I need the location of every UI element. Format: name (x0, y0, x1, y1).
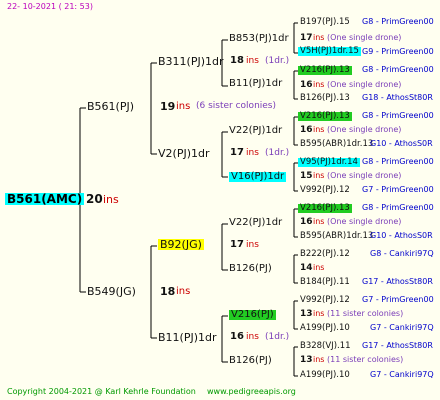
g2-ins-count: 16 (230, 331, 244, 342)
g2-queen[interactable]: B11(PJ)1dr (158, 332, 217, 343)
g3-ins-count: 16 (300, 80, 313, 90)
g4-line: G8 - PrimGreen00 (362, 111, 434, 120)
g4-queen[interactable]: B595(ABR)1dr.13 (300, 232, 373, 241)
g3-ins-unit: ins (313, 263, 325, 272)
g4-line: G8 - Cankiri97Q (370, 249, 434, 258)
g2-queen[interactable]: B92(JG) (158, 239, 204, 250)
g4-queen[interactable]: B126(PJ).13 (300, 94, 350, 103)
g2-drone-note: (1dr.) (265, 56, 290, 66)
g4-line: G18 - AthosSt80R (362, 93, 433, 102)
g3-ins-unit: ins (313, 33, 325, 42)
g4-line: G8 - PrimGreen00 (362, 17, 434, 26)
g2-ins-unit: ins (246, 148, 259, 158)
g3-drone-note: (One single drone) (327, 33, 402, 42)
g4-line: G7 - Cankiri97Q (370, 323, 434, 332)
g3-ins-count: 13 (300, 355, 313, 365)
g4-line: G8 - PrimGreen00 (362, 203, 434, 212)
g3-drone-note: (One single drone) (327, 125, 402, 134)
g4-queen[interactable]: A199(PJ).10 (300, 324, 350, 333)
g4-line: G8 - PrimGreen00 (362, 65, 434, 74)
g4-line: G8 - PrimGreen00 (362, 157, 434, 166)
g1-ins-count: 19 (160, 100, 176, 113)
g2-ins-count: 18 (230, 55, 244, 66)
g4-queen[interactable]: V992(PJ).12 (300, 296, 350, 305)
g4-line: G7 - PrimGreen00 (362, 295, 434, 304)
g3-queen[interactable]: B126(PJ) (229, 264, 272, 274)
g3-ins-unit: ins (313, 217, 325, 226)
g1-ins-unit: ins (176, 286, 191, 297)
g3-sister-note: (11 sister colonies) (327, 309, 404, 318)
g4-queen[interactable]: V5H(PJ)1dr.15 (298, 47, 361, 56)
g4-queen[interactable]: B595(ABR)1dr.13 (300, 140, 373, 149)
g3-queen[interactable]: V16(PJ)1dr (229, 172, 287, 182)
root-ins-count: 20 (86, 192, 103, 206)
g4-line: G9 - PrimGreen00 (362, 47, 434, 56)
g2-queen[interactable]: V2(PJ)1dr (158, 148, 210, 159)
g4-queen[interactable]: V216(PJ).13 (298, 112, 352, 121)
g1-sister-note: (6 sister colonies) (196, 101, 277, 111)
g3-drone-note: (One single drone) (327, 217, 402, 226)
g3-ins-unit: ins (313, 80, 325, 89)
g3-queen[interactable]: B126(PJ) (229, 356, 272, 366)
root-ins-unit: ins (103, 193, 119, 206)
g4-queen[interactable]: B197(PJ).15 (300, 18, 350, 27)
g4-queen[interactable]: B328(VJ).11 (300, 342, 351, 351)
copyright: Copyright 2004-2021 @ Karl Kehrle Founda… (7, 387, 196, 396)
g1-queen[interactable]: B549(JG) (87, 286, 136, 297)
g3-ins-count: 16 (300, 217, 313, 227)
g4-line: G10 - AthosS0R (370, 139, 433, 148)
g1-ins-unit: ins (176, 101, 191, 112)
g2-ins-count: 17 (230, 147, 244, 158)
g3-drone-note: (One single drone) (327, 80, 402, 89)
g2-ins-unit: ins (246, 240, 259, 250)
g2-ins-unit: ins (246, 332, 259, 342)
g4-queen[interactable]: A199(PJ).10 (300, 371, 350, 380)
g3-ins-unit: ins (313, 355, 325, 364)
g4-queen[interactable]: B222(PJ).12 (300, 250, 350, 259)
g3-ins-unit: ins (313, 171, 325, 180)
g4-line: G7 - Cankiri97Q (370, 370, 434, 379)
g2-drone-note: (1dr.) (265, 332, 290, 342)
g3-queen[interactable]: V22(PJ)1dr (229, 126, 282, 136)
g3-queen[interactable]: B11(PJ)1dr (229, 79, 282, 89)
g4-queen[interactable]: V216(PJ).13 (298, 66, 352, 75)
g3-ins-count: 16 (300, 125, 313, 135)
g3-queen[interactable]: V22(PJ)1dr (229, 218, 282, 228)
g3-ins-unit: ins (313, 309, 325, 318)
g4-line: G17 - AthosSt80R (362, 341, 433, 350)
pedigree-chart: 22- 10-2021 ( 21: 53) B561(AMC) 20 ins B… (0, 0, 440, 400)
g3-drone-note: (One single drone) (327, 171, 402, 180)
g1-ins-count: 18 (160, 285, 176, 298)
g2-queen[interactable]: B311(PJ)1dr (158, 56, 224, 67)
g2-ins-unit: ins (246, 56, 259, 66)
g3-ins-count: 14 (300, 263, 313, 273)
g4-queen[interactable]: B184(PJ).11 (300, 278, 350, 287)
g3-ins-count: 15 (300, 171, 313, 181)
g4-queen[interactable]: V992(PJ).12 (300, 186, 350, 195)
root-queen[interactable]: B561(AMC) (5, 193, 85, 205)
g3-sister-note: (11 sister colonies) (327, 355, 404, 364)
g3-queen[interactable]: B853(PJ)1dr (229, 34, 289, 44)
g3-ins-count: 13 (300, 309, 313, 319)
g3-ins-count: 17 (300, 33, 313, 43)
g2-ins-count: 17 (230, 239, 244, 250)
g2-drone-note: (1dr.) (265, 148, 290, 158)
g4-line: G17 - AthosSt80R (362, 277, 433, 286)
site-link[interactable]: www.pedigreeapis.org (207, 388, 296, 396)
g3-ins-unit: ins (313, 125, 325, 134)
timestamp: 22- 10-2021 ( 21: 53) (7, 2, 93, 11)
g4-queen[interactable]: V95(PJ)1dr.14 (298, 158, 360, 167)
g4-queen[interactable]: V216(PJ).13 (298, 204, 352, 213)
g1-queen[interactable]: B561(PJ) (87, 101, 134, 112)
g4-line: G7 - PrimGreen00 (362, 185, 434, 194)
g4-line: G10 - AthosS0R (370, 231, 433, 240)
g3-queen[interactable]: V216(PJ) (229, 310, 276, 320)
